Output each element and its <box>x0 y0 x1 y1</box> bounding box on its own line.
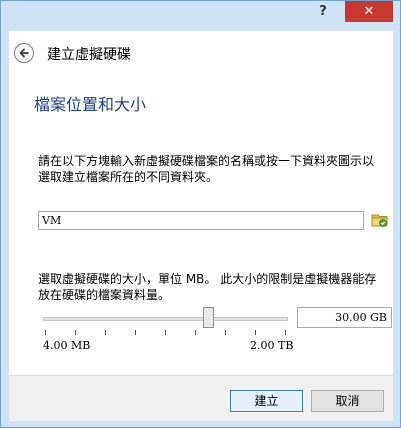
client-area: 建立虛擬硬碟 檔案位置和大小 請在以下方塊輸入新虛擬硬碟檔案的名稱或按一下資料夾… <box>9 31 393 421</box>
choose-folder-button[interactable] <box>371 211 389 229</box>
slider-tick <box>45 330 46 335</box>
slider-tick <box>195 330 196 335</box>
title-bar: ? ✕ <box>1 1 400 31</box>
slider-tick <box>105 330 106 335</box>
slider-tick <box>75 330 76 335</box>
footer-divider <box>9 375 393 376</box>
help-button[interactable]: ? <box>308 1 338 23</box>
slider-tick <box>135 330 136 335</box>
slider-ticks <box>45 330 286 336</box>
size-slider-track[interactable] <box>43 317 288 321</box>
back-button[interactable] <box>14 43 34 63</box>
close-button[interactable]: ✕ <box>345 1 393 22</box>
wizard-header: 建立虛擬硬碟 <box>9 31 393 75</box>
location-description: 請在以下方塊輸入新虛擬硬碟檔案的名稱或按一下資料夾圖示以選取建立檔案所在的不同資… <box>38 154 375 184</box>
slider-max-label: 2.00 TB <box>250 339 294 352</box>
size-input[interactable] <box>297 307 392 328</box>
cancel-button[interactable]: 取消 <box>311 390 384 412</box>
wizard-title: 建立虛擬硬碟 <box>47 47 131 63</box>
slider-tick <box>255 330 256 335</box>
folder-icon <box>371 214 388 227</box>
size-slider-thumb[interactable] <box>203 307 214 328</box>
slider-tick <box>165 330 166 335</box>
slider-min-label: 4.00 MB <box>43 339 91 352</box>
dialog-window: ? ✕ 建立虛擬硬碟 檔案位置和大小 請在以下方塊輸入新虛擬硬碟檔案的名稱或按一… <box>0 0 401 428</box>
create-button[interactable]: 建立 <box>230 390 303 412</box>
back-arrow-icon <box>19 48 29 58</box>
wizard-page: 檔案位置和大小 請在以下方塊輸入新虛擬硬碟檔案的名稱或按一下資料夾圖示以選取建立… <box>9 75 393 375</box>
size-description: 選取虛擬硬碟的大小，單位 MB。 此大小的限制是虛擬機器能存放在硬碟的檔案資料量… <box>38 272 377 302</box>
page-title: 檔案位置和大小 <box>34 95 147 114</box>
slider-tick <box>285 330 286 335</box>
file-location-input[interactable] <box>38 211 364 230</box>
slider-tick <box>225 330 226 335</box>
